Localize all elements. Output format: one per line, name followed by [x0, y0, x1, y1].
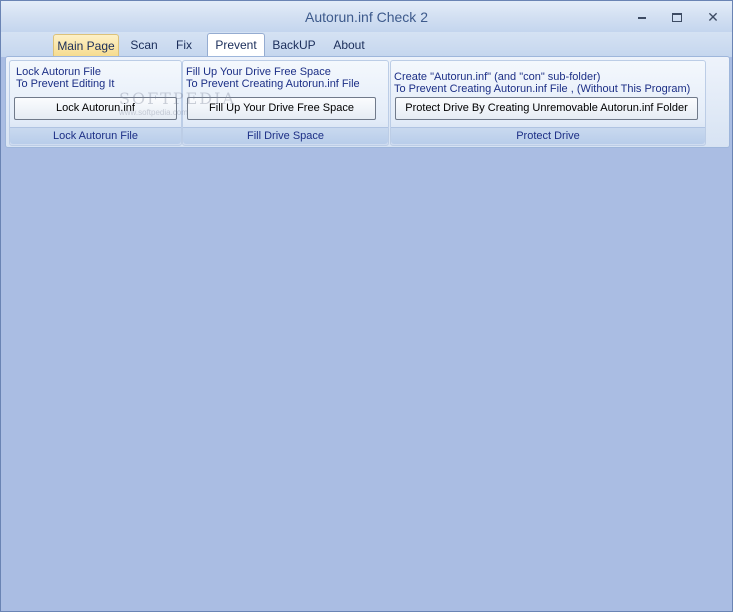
- group-lock-autorun: Lock Autorun File To Prevent Editing It …: [9, 60, 182, 146]
- close-button[interactable]: ✕: [700, 7, 726, 27]
- lock-autorun-button[interactable]: Lock Autorun.inf: [14, 97, 177, 120]
- tab-prevent[interactable]: Prevent: [207, 33, 265, 57]
- tab-backup[interactable]: BackUP: [269, 34, 319, 56]
- tab-strip: Main Page Scan Fix Prevent BackUP About: [1, 32, 732, 57]
- group-description: Create "Autorun.inf" (and "con" sub-fold…: [394, 71, 690, 95]
- content-area: [1, 148, 732, 611]
- group-caption: Lock Autorun File: [10, 127, 181, 144]
- description-line: To Prevent Editing It: [16, 78, 115, 90]
- minimize-icon: [638, 16, 646, 19]
- group-fill-drive-space: Fill Up Your Drive Free Space To Prevent…: [182, 60, 389, 146]
- group-caption: Protect Drive: [391, 127, 705, 144]
- group-description: Lock Autorun File To Prevent Editing It: [16, 66, 114, 90]
- description-line: To Prevent Creating Autorun.inf File: [186, 78, 360, 90]
- tab-main-page[interactable]: Main Page: [53, 34, 119, 56]
- description-line: Create "Autorun.inf" (and "con" sub-fold…: [394, 71, 601, 83]
- maximize-icon: [672, 13, 682, 23]
- close-icon: ✕: [707, 9, 719, 25]
- tab-about[interactable]: About: [327, 34, 371, 56]
- protect-drive-button[interactable]: Protect Drive By Creating Unremovable Au…: [395, 97, 698, 120]
- description-line: Lock Autorun File: [16, 66, 101, 78]
- app-window: Autorun.inf Check 2 ✕ Main Page Scan Fix…: [0, 0, 733, 612]
- group-description: Fill Up Your Drive Free Space To Prevent…: [186, 66, 360, 90]
- description-line: To Prevent Creating Autorun.inf File , (…: [394, 83, 691, 95]
- title-bar[interactable]: Autorun.inf Check 2 ✕: [1, 1, 732, 32]
- ribbon-panel: Lock Autorun File To Prevent Editing It …: [5, 56, 730, 148]
- window-title: Autorun.inf Check 2: [305, 9, 428, 25]
- minimize-button[interactable]: [629, 7, 655, 27]
- maximize-button[interactable]: [664, 7, 690, 27]
- description-line: Fill Up Your Drive Free Space: [186, 66, 331, 78]
- fill-drive-space-button[interactable]: Fill Up Your Drive Free Space: [187, 97, 376, 120]
- tab-fix[interactable]: Fix: [169, 34, 199, 56]
- group-caption: Fill Drive Space: [183, 127, 388, 144]
- group-protect-drive: Create "Autorun.inf" (and "con" sub-fold…: [390, 60, 706, 146]
- tab-scan[interactable]: Scan: [123, 34, 165, 56]
